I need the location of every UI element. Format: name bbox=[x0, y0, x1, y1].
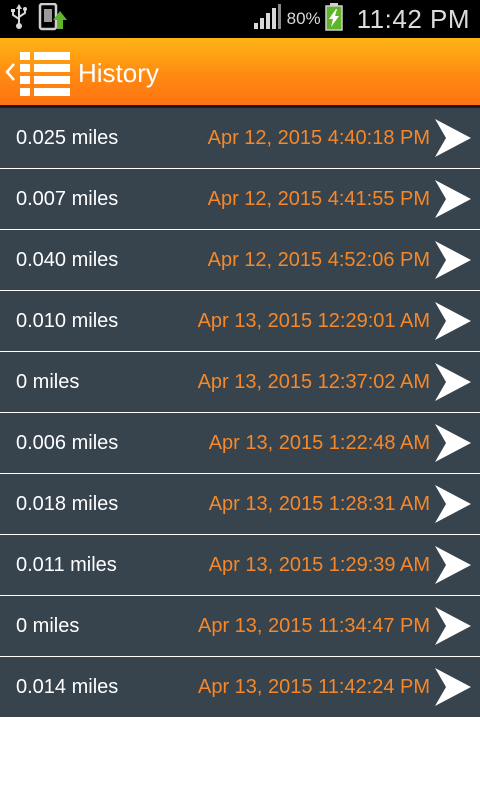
distance-text: 0.011 miles bbox=[16, 554, 117, 576]
distance-text: 0 miles bbox=[16, 615, 80, 637]
distance-text: 0.014 miles bbox=[16, 676, 119, 698]
clock: 11:42 PM bbox=[356, 3, 470, 34]
history-row[interactable]: 0.018 miles Apr 13, 2015 1:28:31 AM bbox=[0, 474, 480, 535]
navigate-arrow-icon[interactable] bbox=[434, 362, 472, 402]
status-notifications bbox=[10, 2, 68, 36]
distance-text: 0.007 miles bbox=[16, 188, 119, 210]
signal-icon bbox=[253, 3, 281, 35]
distance-text: 0.025 miles bbox=[16, 127, 119, 149]
history-list: 0.025 miles Apr 12, 2015 4:40:18 PM 0.00… bbox=[0, 108, 480, 718]
navigate-arrow-icon[interactable] bbox=[434, 301, 472, 341]
history-row[interactable]: 0.014 miles Apr 13, 2015 11:42:24 PM bbox=[0, 657, 480, 718]
history-row[interactable]: 0.010 miles Apr 13, 2015 12:29:01 AM bbox=[0, 291, 480, 352]
status-bar: 80% 11:42 PM bbox=[0, 0, 480, 38]
history-row[interactable]: 0.040 miles Apr 12, 2015 4:52:06 PM bbox=[0, 230, 480, 291]
status-indicators: 80% 11:42 PM bbox=[253, 0, 470, 38]
date-text: Apr 13, 2015 1:28:31 AM bbox=[208, 493, 430, 515]
list-icon bbox=[20, 51, 72, 102]
distance-text: 0.040 miles bbox=[16, 249, 119, 271]
navigate-arrow-icon[interactable] bbox=[434, 484, 472, 524]
navigate-arrow-icon[interactable] bbox=[434, 179, 472, 219]
history-row[interactable]: 0 miles Apr 13, 2015 12:37:02 AM bbox=[0, 352, 480, 413]
date-text: Apr 13, 2015 12:37:02 AM bbox=[197, 371, 430, 393]
date-text: Apr 12, 2015 4:52:06 PM bbox=[207, 249, 430, 271]
navigate-arrow-icon[interactable] bbox=[434, 423, 472, 463]
history-row[interactable]: 0.011 miles Apr 13, 2015 1:29:39 AM bbox=[0, 535, 480, 596]
navigate-arrow-icon[interactable] bbox=[434, 545, 472, 585]
distance-text: 0.010 miles bbox=[16, 310, 119, 332]
phone-update-icon bbox=[38, 2, 68, 36]
date-text: Apr 13, 2015 1:29:39 AM bbox=[208, 554, 430, 576]
navigate-arrow-icon[interactable] bbox=[434, 606, 472, 646]
history-row[interactable]: 0.006 miles Apr 13, 2015 1:22:48 AM bbox=[0, 413, 480, 474]
chevron-left-icon bbox=[4, 62, 16, 87]
history-row[interactable]: 0.025 miles Apr 12, 2015 4:40:18 PM bbox=[0, 108, 480, 169]
date-text: Apr 13, 2015 11:34:47 PM bbox=[197, 615, 430, 637]
date-text: Apr 13, 2015 11:42:24 PM bbox=[197, 676, 430, 698]
distance-text: 0.018 miles bbox=[16, 493, 119, 515]
battery-charging-icon bbox=[324, 2, 343, 36]
usb-icon bbox=[10, 3, 28, 35]
date-text: Apr 13, 2015 1:22:48 AM bbox=[208, 432, 430, 454]
date-text: Apr 13, 2015 12:29:01 AM bbox=[197, 310, 430, 332]
action-bar: History bbox=[0, 38, 480, 108]
distance-text: 0 miles bbox=[16, 371, 80, 393]
history-row[interactable]: 0.007 miles Apr 12, 2015 4:41:55 PM bbox=[0, 169, 480, 230]
navigate-arrow-icon[interactable] bbox=[434, 118, 472, 158]
page-title: History bbox=[78, 58, 159, 88]
battery-percentage: 80% bbox=[286, 9, 321, 28]
date-text: Apr 12, 2015 4:40:18 PM bbox=[207, 127, 430, 149]
distance-text: 0.006 miles bbox=[16, 432, 119, 454]
navigate-arrow-icon[interactable] bbox=[434, 667, 472, 707]
back-button[interactable] bbox=[0, 38, 78, 105]
history-row[interactable]: 0 miles Apr 13, 2015 11:34:47 PM bbox=[0, 596, 480, 657]
date-text: Apr 12, 2015 4:41:55 PM bbox=[207, 188, 430, 210]
navigate-arrow-icon[interactable] bbox=[434, 240, 472, 280]
